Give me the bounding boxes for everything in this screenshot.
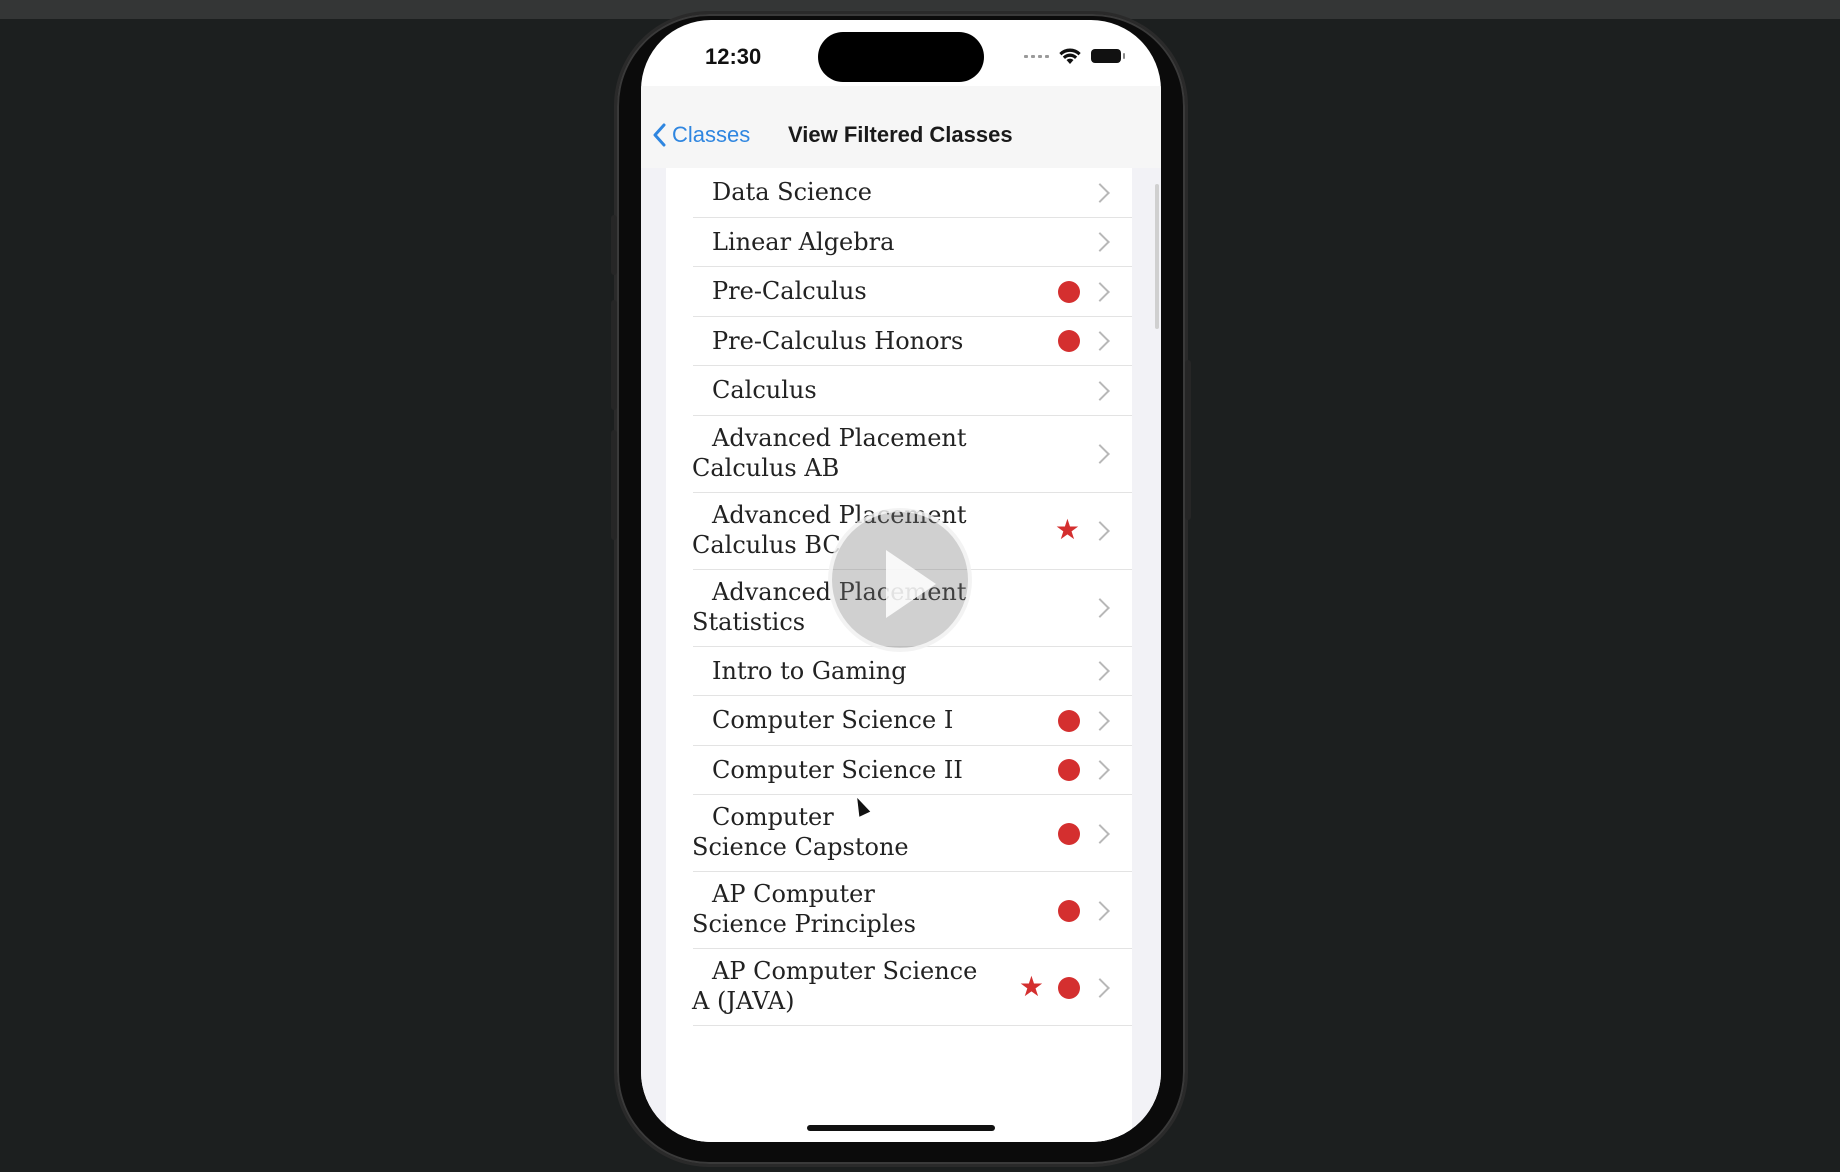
- class-row[interactable]: Calculus: [666, 366, 1132, 416]
- class-name-line1: Calculus: [712, 376, 817, 404]
- chevron-left-icon: [653, 123, 666, 147]
- play-video-button[interactable]: [828, 508, 972, 652]
- chevron-right-icon: [1090, 444, 1110, 464]
- class-name-line1: Data Science: [712, 178, 872, 206]
- class-row[interactable]: Linear Algebra: [666, 218, 1132, 267]
- battery-icon: [1091, 49, 1125, 63]
- chevron-right-icon: [1090, 521, 1110, 541]
- class-name: Computer Science Capstone: [692, 802, 909, 862]
- chevron-right-icon: [1090, 598, 1110, 618]
- class-name-line1: AP Computer Science: [712, 957, 978, 985]
- phone-power-button: [1185, 360, 1191, 520]
- chevron-right-icon: [1090, 710, 1110, 731]
- chevron-right-icon: [1090, 331, 1110, 352]
- class-name-line2: Statistics: [692, 607, 806, 636]
- chevron-right-icon: [1090, 977, 1110, 998]
- class-name-line1: Computer Science I: [712, 706, 954, 734]
- red-dot-icon: [1058, 330, 1080, 353]
- class-name-line1: Pre-Calculus: [712, 277, 867, 305]
- class-name-line1: Advanced Placement: [712, 423, 967, 452]
- class-name-line1: Pre-Calculus Honors: [712, 326, 964, 355]
- chevron-right-icon: [1090, 281, 1110, 302]
- red-dot-icon: [1058, 899, 1080, 922]
- class-name-line1: Computer: [712, 803, 834, 831]
- class-name: Data Science: [692, 177, 872, 207]
- status-time: 12:30: [705, 44, 762, 69]
- class-name-line2: Calculus BC: [692, 530, 841, 559]
- class-name-line2: Science Capstone: [692, 833, 909, 861]
- class-name: Computer Science I: [692, 705, 953, 735]
- class-name: Pre-Calculus: [692, 276, 867, 306]
- class-list: Data Science Linear Algebra Pre-Calculus Pr…: [666, 168, 1132, 1142]
- class-row[interactable]: Pre-Calculus: [666, 267, 1132, 317]
- class-row[interactable]: AP Computer Science Principles: [666, 872, 1132, 949]
- class-name-line2: A (JAVA): [692, 987, 795, 1015]
- wifi-icon: [1059, 48, 1081, 64]
- row-divider: [693, 1025, 1132, 1026]
- red-dot-icon: [1058, 280, 1080, 303]
- cellular-signal-icon: [1024, 54, 1049, 58]
- class-row[interactable]: Intro to Gaming: [666, 647, 1132, 696]
- star-icon: ★: [1054, 514, 1080, 545]
- class-name-line1: Computer Science II: [712, 755, 963, 784]
- chevron-right-icon: [1090, 760, 1110, 781]
- back-label: Classes: [672, 122, 751, 147]
- class-row[interactable]: Computer Science Capstone: [666, 795, 1132, 872]
- class-name: Advanced Placement Calculus AB: [692, 423, 967, 483]
- phone-volume-down-button: [611, 430, 617, 540]
- star-icon: ★: [1018, 970, 1044, 1002]
- chevron-right-icon: [1090, 182, 1110, 203]
- status-icons: [1024, 46, 1125, 66]
- chevron-right-icon: [1090, 661, 1110, 682]
- class-row[interactable]: Advanced Placement Calculus AB: [666, 416, 1132, 493]
- back-button[interactable]: Classes: [652, 122, 750, 148]
- class-row[interactable]: Pre-Calculus Honors: [666, 317, 1132, 366]
- class-name-line1: Linear Algebra: [712, 227, 895, 256]
- chevron-right-icon: [1090, 380, 1110, 401]
- chevron-right-icon: [1090, 232, 1110, 253]
- home-indicator[interactable]: [807, 1125, 995, 1131]
- class-name: Linear Algebra: [692, 227, 894, 257]
- chevron-right-icon: [1090, 823, 1110, 844]
- class-name: AP Computer Science Principles: [692, 879, 916, 939]
- class-name-line2: Science Principles: [692, 910, 916, 938]
- class-name: Computer Science II: [692, 755, 963, 785]
- red-dot-icon: [1058, 822, 1080, 845]
- class-name: Calculus: [692, 375, 817, 405]
- play-icon: [886, 550, 936, 618]
- class-name-line1: AP Computer: [712, 880, 875, 908]
- navigation-bar: Classes View Filtered Classes: [641, 86, 1161, 169]
- red-dot-icon: [1058, 759, 1080, 782]
- page-title: View Filtered Classes: [788, 122, 1013, 147]
- class-name-line2: Calculus AB: [692, 453, 840, 482]
- class-name-line1: Intro to Gaming: [712, 656, 907, 685]
- red-dot-icon: [1058, 976, 1080, 999]
- class-row[interactable]: Computer Science II: [666, 746, 1132, 795]
- dynamic-island: [818, 32, 984, 82]
- scrollbar[interactable]: [1155, 184, 1159, 329]
- phone-side-button: [611, 215, 617, 275]
- class-name: AP Computer Science A (JAVA): [692, 956, 977, 1016]
- red-dot-icon: [1058, 709, 1080, 732]
- class-name: Pre-Calculus Honors: [692, 326, 963, 356]
- class-name: Intro to Gaming: [692, 656, 907, 686]
- class-row[interactable]: Data Science: [666, 168, 1132, 218]
- phone-volume-up-button: [611, 300, 617, 410]
- chevron-right-icon: [1090, 900, 1110, 921]
- class-row[interactable]: Computer Science I: [666, 696, 1132, 746]
- class-row[interactable]: AP Computer Science A (JAVA) ★: [666, 949, 1132, 1026]
